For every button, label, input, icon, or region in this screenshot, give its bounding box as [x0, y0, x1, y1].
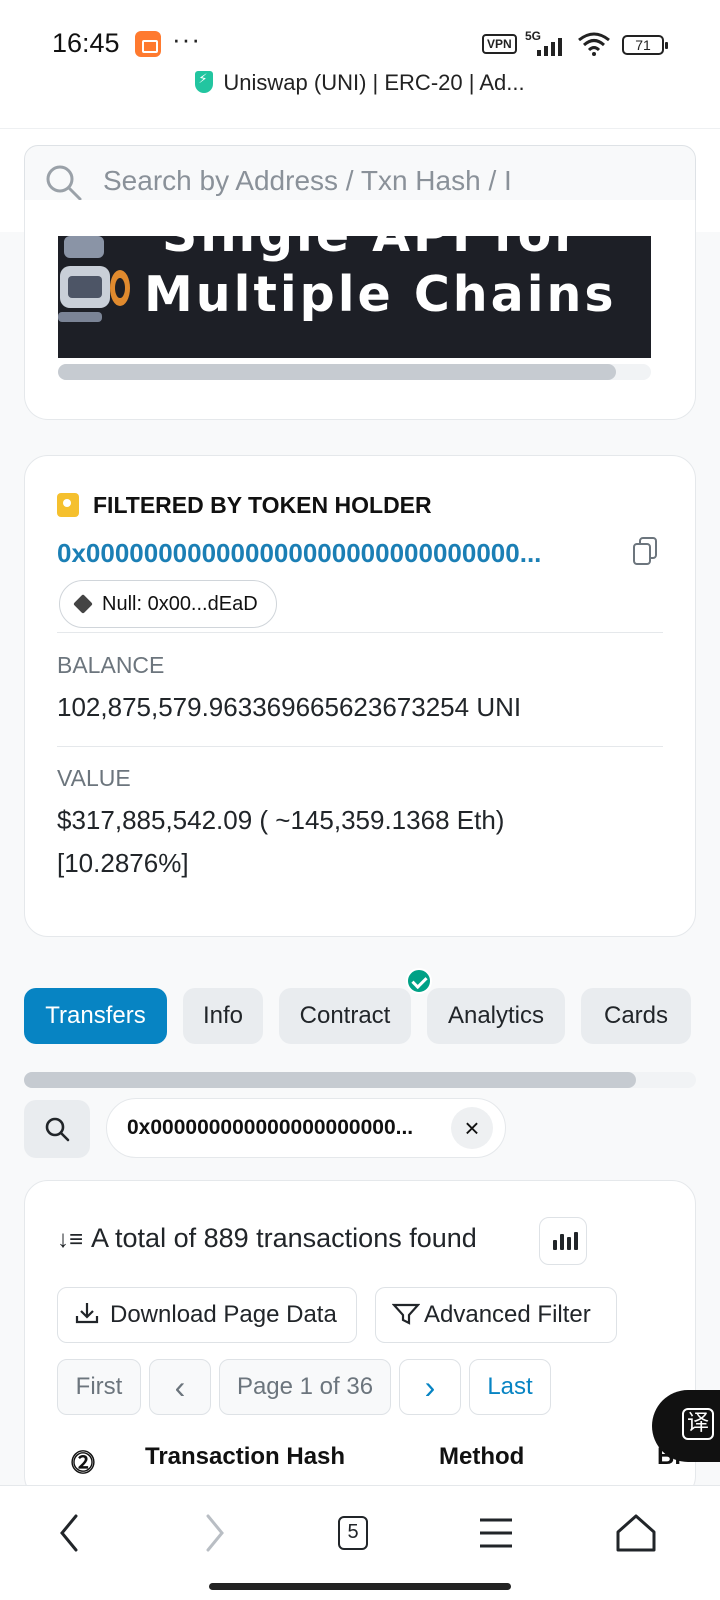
column-method: Method	[439, 1443, 525, 1470]
divider	[57, 746, 663, 747]
download-page-data-button[interactable]: Download Page Data	[57, 1287, 357, 1343]
next-page-button[interactable]: ›	[399, 1359, 461, 1415]
sort-icon[interactable]: ↓≡	[57, 1226, 83, 1254]
divider	[57, 632, 663, 633]
page-indicator: Page 1 of 36	[219, 1359, 391, 1415]
token-holder-card: FILTERED BY TOKEN HOLDER 0x0000000000000…	[24, 455, 696, 937]
last-page-button[interactable]: Last	[469, 1359, 551, 1415]
tabs-scrollbar[interactable]	[24, 1072, 696, 1088]
status-bar: 16:45 ··· VPN 5G 71 Uniswap (UNI) | ERC-…	[0, 0, 720, 128]
tab-bar: Transfers Info Contract Analytics Cards	[24, 988, 696, 1048]
copy-icon[interactable]	[631, 536, 659, 566]
wifi-icon	[578, 32, 610, 56]
browser-page-title[interactable]: Uniswap (UNI) | ERC-20 | Ad...	[0, 70, 720, 96]
tabs-count: 5	[338, 1516, 368, 1550]
value-label: VALUE	[57, 765, 131, 791]
prev-page-button[interactable]: ‹	[149, 1359, 211, 1415]
advanced-filter-button[interactable]: Advanced Filter	[375, 1287, 617, 1343]
contact-card-icon	[57, 493, 79, 517]
more-notifications-icon: ···	[172, 24, 201, 54]
banner-text-top: Single API for	[162, 236, 581, 263]
back-icon[interactable]	[40, 1508, 100, 1558]
vpn-icon: VPN	[482, 34, 517, 54]
holder-title: FILTERED BY TOKEN HOLDER	[57, 492, 432, 519]
robot-illustration	[58, 236, 130, 322]
banner-scrollbar[interactable]	[58, 364, 651, 380]
transactions-card: ↓≡ A total of 889 transactions found Down…	[24, 1180, 696, 1500]
verified-check-icon	[406, 968, 432, 994]
search-icon	[46, 165, 82, 201]
address-filter-chip: 0x000000000000000000000... ×	[106, 1098, 506, 1158]
download-icon	[75, 1303, 99, 1324]
home-indicator[interactable]	[209, 1583, 511, 1590]
tab-contract[interactable]: Contract	[279, 988, 411, 1044]
tabs-button[interactable]: 5	[330, 1508, 390, 1558]
filter-icon	[391, 1303, 421, 1325]
balance-value: 102,875,579.963369665623673254 UNI	[57, 692, 522, 722]
tab-analytics[interactable]: Analytics	[427, 988, 565, 1044]
page-title-text: Uniswap (UNI) | ERC-20 | Ad...	[223, 70, 525, 95]
value-percentage: [10.2876%]	[57, 848, 189, 878]
translate-icon: 译	[682, 1408, 714, 1440]
balance-label: BALANCE	[57, 652, 165, 678]
secure-shield-icon	[195, 71, 214, 93]
home-icon[interactable]	[606, 1508, 666, 1558]
search-placeholder: Search by Address / Txn Hash / I	[103, 165, 512, 196]
translate-button[interactable]: 译	[652, 1390, 720, 1462]
chart-view-button[interactable]	[539, 1217, 587, 1265]
ad-banner[interactable]: Single API for Multiple Chains	[58, 236, 651, 358]
first-page-button[interactable]: First	[57, 1359, 141, 1415]
tag-icon	[73, 594, 93, 614]
tab-info[interactable]: Info	[183, 988, 263, 1044]
banner-text: Multiple Chains	[144, 266, 617, 323]
tab-cards[interactable]: Cards	[581, 988, 691, 1044]
forward-icon[interactable]	[184, 1508, 244, 1558]
info-icon[interactable]: ⓶	[71, 1443, 95, 1478]
name-tag-pill[interactable]: Null: 0x00...dEaD	[59, 580, 277, 628]
signal-icon	[537, 36, 567, 56]
value-amount: $317,885,542.09 ( ~145,359.1368 Eth)	[57, 805, 505, 835]
battery-icon: 71	[622, 35, 668, 55]
search-icon	[45, 1117, 70, 1142]
holder-address-link[interactable]: 0x000000000000000000000000000000...	[57, 538, 617, 569]
menu-icon[interactable]	[466, 1508, 526, 1558]
shopping-app-icon	[135, 31, 161, 57]
tab-transfers[interactable]: Transfers	[24, 988, 167, 1044]
column-transaction-hash: Transaction Hash	[145, 1443, 346, 1470]
clock: 16:45	[52, 28, 120, 58]
address-filter-text: 0x000000000000000000000...	[127, 1116, 414, 1139]
ad-banner-card: Single API for Multiple Chains	[24, 200, 696, 420]
filter-search-button[interactable]	[24, 1100, 90, 1158]
clear-filter-button[interactable]: ×	[451, 1107, 493, 1149]
transactions-total: ↓≡ A total of 889 transactions found	[57, 1223, 477, 1254]
